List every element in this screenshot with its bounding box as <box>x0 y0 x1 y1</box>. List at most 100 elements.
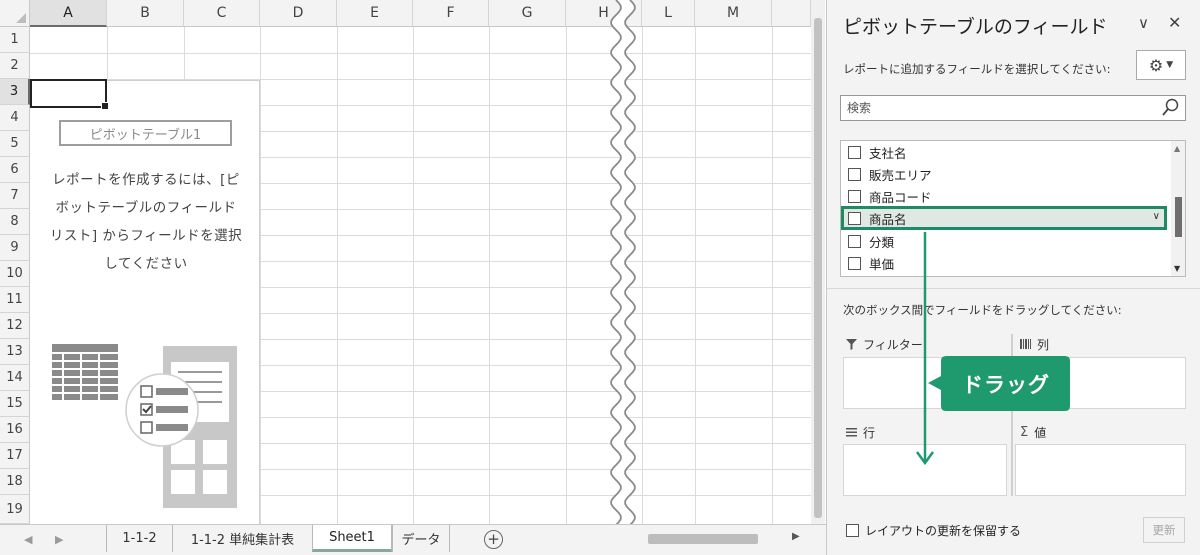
field-checkbox[interactable] <box>848 234 861 248</box>
horizontal-scrollbar-thumb[interactable] <box>648 534 758 544</box>
row-header[interactable]: 10 <box>0 261 30 287</box>
grid-line <box>695 27 696 524</box>
row-header[interactable]: 8 <box>0 209 30 235</box>
active-cell-a3[interactable] <box>30 79 109 110</box>
scroll-down-arrow-icon[interactable]: ▼ <box>1174 264 1180 273</box>
column-header-g[interactable]: G <box>489 0 566 27</box>
scroll-up-arrow-icon[interactable]: ▲ <box>1174 144 1180 153</box>
field-item-product-name[interactable]: 商品名 ∨ <box>841 206 1167 230</box>
pane-options-chevron-icon[interactable]: ∨ <box>1138 14 1149 32</box>
grid-line <box>772 27 773 524</box>
column-header-e[interactable]: E <box>337 0 413 27</box>
field-checkbox[interactable] <box>848 256 861 270</box>
instruction-line: ボットテーブルのフィールド <box>55 200 237 216</box>
row-header[interactable]: 2 <box>0 53 30 79</box>
sheet-tab-1-1-2[interactable]: 1-1-2 <box>106 525 172 552</box>
row-header[interactable]: 9 <box>0 235 30 261</box>
row-header[interactable]: 19 <box>0 495 30 524</box>
grid-line <box>413 27 414 524</box>
columns-icon <box>1020 339 1031 349</box>
column-header-f[interactable]: F <box>413 0 489 27</box>
chevron-down-icon: ▼ <box>1166 60 1174 70</box>
row-header[interactable]: 3 <box>0 79 30 105</box>
field-item-branch[interactable]: 支社名 <box>841 141 1171 163</box>
scrollbar-thumb[interactable] <box>1175 197 1182 237</box>
instruction-line: してください <box>104 256 188 272</box>
close-icon[interactable]: ✕ <box>1168 13 1181 32</box>
values-area-label: 値 <box>1034 425 1047 440</box>
field-checkbox[interactable] <box>848 211 861 225</box>
grid-line <box>337 27 338 524</box>
field-item-sales-area[interactable]: 販売エリア <box>841 163 1171 185</box>
sheet-tab-data[interactable]: データ <box>392 525 450 552</box>
tools-gear-button[interactable]: ⚙ ▼ <box>1136 50 1186 80</box>
column-header-a[interactable]: A <box>30 0 107 27</box>
field-item-product-code[interactable]: 商品コード <box>841 185 1171 207</box>
pivot-table-name: ピボットテーブル1 <box>59 120 232 146</box>
column-header-b[interactable]: B <box>107 0 184 27</box>
sheet-break-wave <box>610 0 636 555</box>
field-list-scrollbar[interactable]: ▲ ▼ <box>1171 141 1185 276</box>
next-sheet-arrow-icon[interactable]: ▶ <box>55 533 63 546</box>
field-checkbox[interactable] <box>848 167 861 181</box>
columns-area-header: 列 <box>1020 334 1049 354</box>
search-icon[interactable] <box>1161 98 1179 118</box>
values-drop-area[interactable] <box>1015 444 1186 496</box>
values-area-header: Σ 値 <box>1020 422 1046 442</box>
field-checkbox[interactable] <box>848 145 861 159</box>
row-header[interactable]: 15 <box>0 391 30 417</box>
areas-instruction: 次のボックス間でフィールドをドラッグしてください: <box>843 303 1122 317</box>
column-header-c[interactable]: C <box>184 0 260 27</box>
column-header-l[interactable]: L <box>642 0 695 27</box>
column-header-m[interactable]: M <box>695 0 772 27</box>
field-label: 単価 <box>869 256 895 272</box>
row-header[interactable]: 13 <box>0 339 30 365</box>
select-all-corner[interactable] <box>0 0 30 27</box>
search-input[interactable] <box>847 99 1147 117</box>
sheet-tab-bar: ◀ ▶ 1-1-2 1-1-2 単純集計表 Sheet1 データ + ▶ <box>0 524 830 555</box>
field-search-box[interactable] <box>840 95 1186 121</box>
row-header[interactable]: 1 <box>0 27 30 53</box>
defer-layout-update[interactable]: レイアウトの更新を保留する <box>846 522 1021 539</box>
field-label: 商品名 <box>869 211 907 227</box>
scroll-right-arrow-icon[interactable]: ▶ <box>792 531 800 542</box>
row-header[interactable]: 4 <box>0 105 30 131</box>
row-header[interactable]: 14 <box>0 365 30 391</box>
grid-line <box>260 27 261 524</box>
sheet-vertical-scrollbar[interactable] <box>811 0 825 524</box>
row-header[interactable]: 12 <box>0 313 30 339</box>
add-sheet-button[interactable]: + <box>484 530 503 549</box>
sigma-icon: Σ <box>1020 424 1029 440</box>
pivot-instruction-text: レポートを作成するには、[ピ ボットテーブルのフィールド リスト] からフィール… <box>38 166 254 278</box>
field-item-unit-price[interactable]: 単価 <box>841 252 1171 274</box>
sheet-tab-1-1-2-simple-table[interactable]: 1-1-2 単純集計表 <box>172 525 312 552</box>
rows-icon <box>846 427 857 436</box>
grid-line <box>489 27 490 524</box>
rows-area-header: 行 <box>846 422 875 442</box>
defer-update-checkbox[interactable] <box>846 524 859 537</box>
row-header[interactable]: 6 <box>0 157 30 183</box>
update-button[interactable]: 更新 <box>1143 517 1185 543</box>
field-label: 商品コード <box>869 189 932 205</box>
row-header[interactable]: 17 <box>0 443 30 469</box>
field-dropdown-chevron-icon[interactable]: ∨ <box>1153 211 1160 222</box>
row-header[interactable]: 16 <box>0 417 30 443</box>
columns-area-label: 列 <box>1037 337 1050 352</box>
grid-line <box>566 27 567 524</box>
field-label: 分類 <box>869 234 895 250</box>
rows-area-label: 行 <box>863 425 876 440</box>
spreadsheet: A B C D E F G H L M 1 2 3 4 5 6 7 8 9 10… <box>0 0 830 555</box>
pane-instruction: レポートに追加するフィールドを選択してください: <box>843 62 1111 76</box>
scrollbar-thumb[interactable] <box>814 18 822 518</box>
field-item-category[interactable]: 分類 <box>841 230 1171 252</box>
row-header[interactable]: 11 <box>0 287 30 313</box>
sheet-tab-sheet1[interactable]: Sheet1 <box>312 525 392 552</box>
prev-sheet-arrow-icon[interactable]: ◀ <box>24 533 32 546</box>
column-header-d[interactable]: D <box>260 0 337 27</box>
row-header[interactable]: 7 <box>0 183 30 209</box>
column-header-partial[interactable] <box>772 0 811 27</box>
row-header[interactable]: 5 <box>0 131 30 157</box>
pane-divider <box>827 288 1200 289</box>
field-checkbox[interactable] <box>848 189 861 203</box>
row-header[interactable]: 18 <box>0 469 30 495</box>
